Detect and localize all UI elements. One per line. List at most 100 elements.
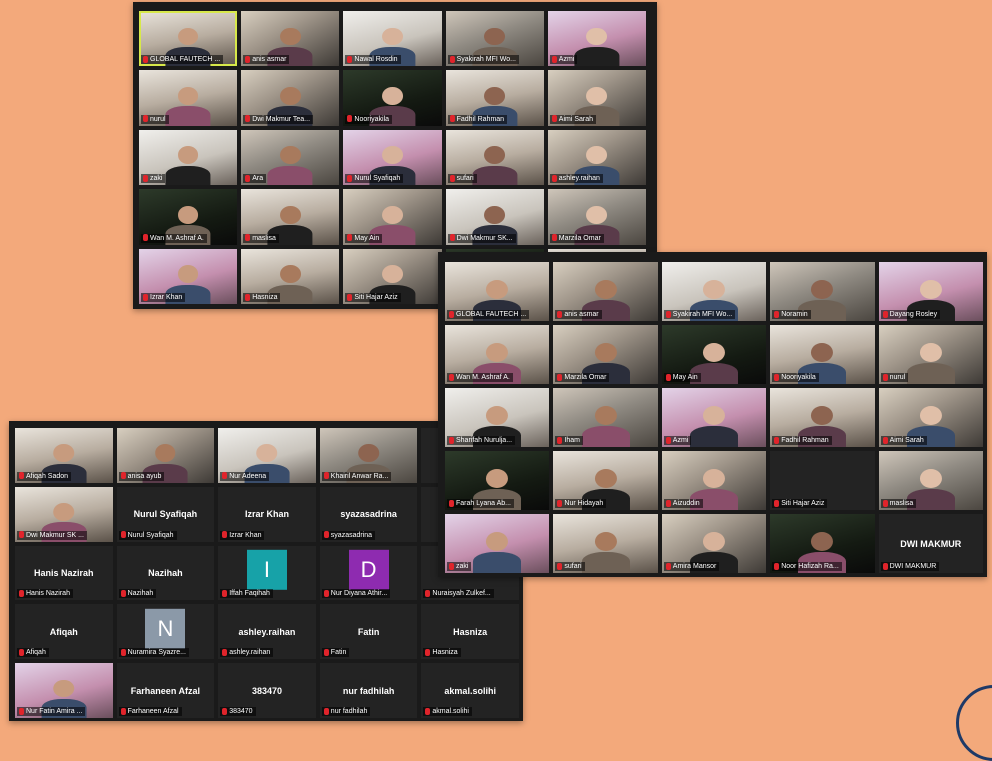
participant-tile[interactable]: Siti Hajar Aziz [343,248,442,304]
participant-tile[interactable]: Fadhil Rahman [445,70,544,126]
participant-name-label: Hasniza [243,293,281,302]
participant-name-label: ashley.raihan [220,648,274,658]
participant-tile[interactable]: Sharifah Nurulja... [445,388,550,447]
participant-tile[interactable]: Hasniza [241,248,340,304]
participant-head [484,205,506,224]
mic-muted-icon [120,707,126,715]
participant-tile[interactable]: Farah Lyana Ab... [445,451,550,510]
participant-video [906,342,955,384]
participant-name-label: Noramin [772,310,811,319]
participant-tile[interactable]: Nawal Rosdin [343,11,442,67]
participant-tile[interactable]: Afiqah Sadon [15,428,113,483]
participant-tile[interactable]: Nurul Syafiqah Nurul Syafiqah [116,486,215,542]
participant-tile[interactable]: ashley.raihan [547,129,646,186]
participant-name-label: Fadhil Rahman [447,114,508,124]
participant-tile[interactable]: Hasniza Hasniza [421,604,519,660]
participant-tile[interactable]: Izrar Khan Izrar Khan [218,486,316,542]
participant-tile[interactable]: Afiqah Afiqah [15,604,113,660]
participant-tile[interactable]: Noramin [770,262,875,321]
participant-tile[interactable]: Aimi Sarah [878,388,983,447]
participant-tile[interactable]: Syakirah MFI Wo... [661,262,767,321]
mic-muted-icon [665,373,671,381]
participant-tile[interactable]: GLOBAL FAUTECH ... [445,262,550,321]
participant-tile[interactable]: maslisa [241,189,340,245]
participant-tile[interactable]: akmal.solihi akmal.solihi [421,663,519,718]
participant-tile[interactable]: Azmi [661,388,767,447]
participant-tile[interactable]: Siti Hajar Aziz [770,451,875,510]
participant-tile[interactable]: sufari [553,514,658,573]
participant-tile[interactable]: Farhaneen Afzal Farhaneen Afzal [116,663,215,718]
participant-tile[interactable]: Dwi Makmur SK ... [15,486,113,542]
participant-tile[interactable]: Nazihah Nazihah [116,545,215,601]
participant-tile[interactable]: Syakirah MFI Wo... [445,11,544,67]
participant-tile[interactable]: Wan M. Ashraf A. [139,189,238,245]
participant-tile[interactable]: Izrar Khan [139,248,238,304]
participant-tile[interactable]: N Nuramira Syazre... [116,604,215,660]
participant-tile[interactable]: Amira Mansor [661,514,767,573]
participant-tile[interactable]: Nooriyakila [343,70,442,126]
participant-tile[interactable]: nurul [878,325,983,384]
participant-tile[interactable]: May Ain [661,325,767,384]
participant-tile[interactable]: Nur Adeena [218,428,316,483]
participant-tile[interactable]: Aimi Sarah [547,70,646,126]
participant-tile[interactable]: I Iffah Faqihah [218,545,316,601]
participant-tile[interactable]: D Nur Diyana Athir... [319,545,418,601]
participant-tile[interactable]: Nur Fatin Amira ... [15,663,113,718]
participant-name: Noramin [781,311,808,318]
participant-name-label: Nooriyakila [772,373,819,382]
participant-tile[interactable]: May Ain [343,189,442,245]
participant-tile[interactable]: Wan M. Ashraf A. [445,325,550,384]
participant-name-label: maslisa [880,499,917,508]
participant-tile[interactable]: anisa ayub [116,428,215,483]
participant-tile[interactable]: zaki [445,514,550,573]
mic-muted-icon [143,234,148,242]
participant-tile[interactable]: Hanis Nazirah Hanis Nazirah [15,545,113,601]
participant-tile[interactable]: Dayang Rosley [878,262,983,321]
participant-tile[interactable]: nur fadhilah nur fadhilah [319,663,418,718]
participant-tile[interactable]: maslisa [878,451,983,510]
mic-muted-icon [323,472,329,480]
mic-muted-icon [120,648,126,656]
participant-tile[interactable]: ashley.raihan ashley.raihan [218,604,316,660]
participant-tile[interactable]: anis asmar [241,11,340,67]
participant-tile[interactable]: Nooriyakila [770,325,875,384]
participant-tile[interactable]: Marzila Omar [553,325,658,384]
participant-name: Aimi Sarah [889,437,924,444]
participant-tile[interactable]: Nur Hidayah [553,451,658,510]
participant-head [382,265,403,284]
participant-name-label: Nuramira Syazre... [118,648,189,658]
mic-muted-icon [665,310,671,318]
participant-tile[interactable]: Aizuddin [661,451,767,510]
participant-name-label: Iham [555,436,583,445]
participant-head [486,405,509,425]
participant-name-label: akmal.solihi [423,706,472,716]
participant-name: Dwi Makmur SK... [456,234,513,242]
participant-tile[interactable]: zaki [139,129,238,186]
participant-tile[interactable]: Khairil Anwar Ra... [319,428,418,483]
participant-tile[interactable]: anis asmar [553,262,658,321]
participant-display-name: Nurul Syafiqah [133,509,198,520]
participant-tile[interactable]: GLOBAL FAUTECH ... [139,11,238,67]
participant-tile[interactable]: Noor Hafizah Ra... [770,514,875,573]
participant-tile[interactable]: nurul [139,70,238,126]
participant-tile[interactable]: sufari [445,129,544,186]
participant-tile[interactable]: Azmi [547,11,646,67]
participant-tile[interactable]: syazasadrina syazasadrina [319,486,418,542]
mic-muted-icon [222,707,228,715]
participant-name-label: Nur Hidayah [555,499,607,508]
participant-tile[interactable]: DWI MAKMUR DWI MAKMUR [878,514,983,573]
participant-tile[interactable]: Fadhil Rahman [770,388,875,447]
participant-tile[interactable]: Fatin Fatin [319,604,418,660]
participant-tile[interactable]: 383470 383470 [218,663,316,718]
participant-name: Nawal Rosdin [354,56,398,64]
participant-tile[interactable]: Dwi Makmur Tea... [241,70,340,126]
participant-head [586,205,608,224]
participant-tile[interactable]: Marzila Omar [547,189,646,245]
participant-tile[interactable]: Nurul Syafiqah [343,129,442,186]
avatar: I [246,549,287,590]
participant-tile[interactable]: Iham [553,388,658,447]
participant-name: Nooriyakila [354,115,390,123]
participant-tile[interactable]: Ara [241,129,340,186]
participant-name: Farah Lyana Ab... [456,500,511,507]
participant-tile[interactable]: Dwi Makmur SK... [445,189,544,245]
